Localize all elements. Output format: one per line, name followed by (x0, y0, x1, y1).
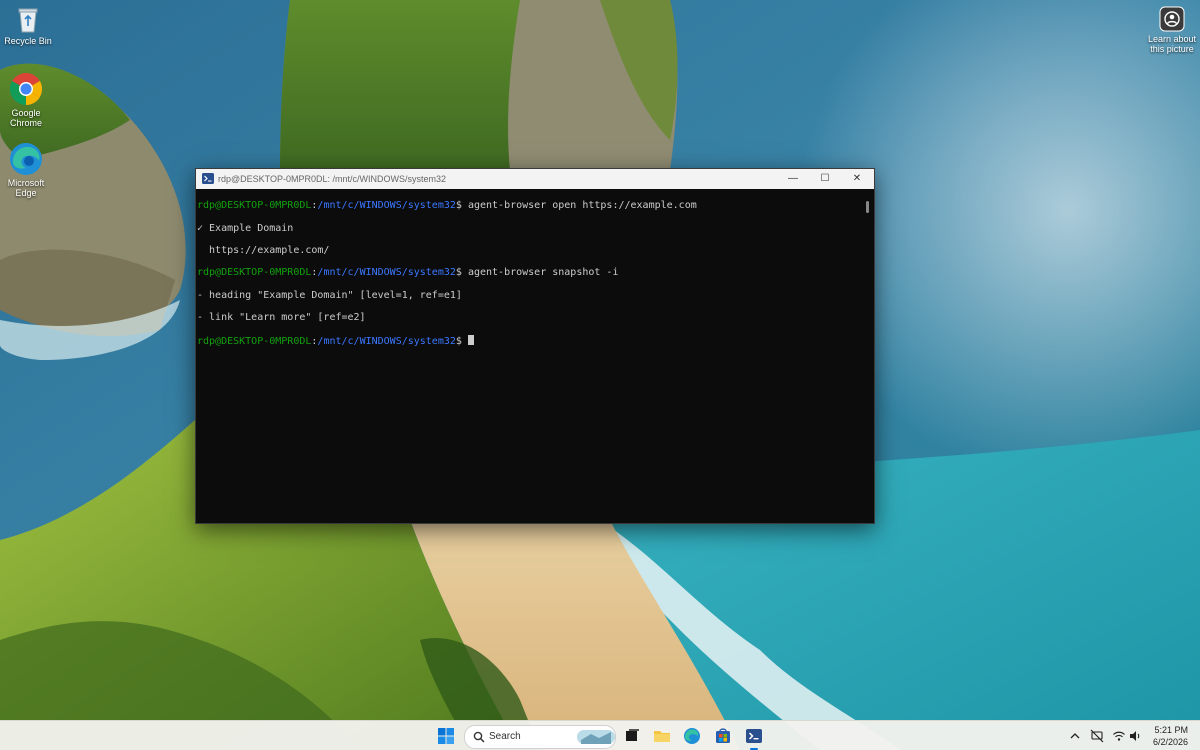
terminal-line: - link "Learn more" [ref=e2] (197, 312, 366, 324)
windows-start-icon (438, 728, 454, 744)
command-text: agent-browser snapshot -i (467, 267, 619, 279)
prompt-path: /mnt/c/WINDOWS/system32 (317, 200, 456, 212)
chrome-label: Google Chrome (9, 108, 42, 128)
task-view-button[interactable] (620, 724, 644, 748)
store-icon (716, 728, 730, 743)
edge-taskbar-button[interactable] (680, 724, 704, 748)
terminal-line: - heading "Example Domain" [level=1, ref… (197, 289, 462, 301)
taskbar-search[interactable]: Search (464, 725, 616, 749)
file-explorer-button[interactable] (650, 724, 674, 748)
terminal-taskbar-button[interactable] (742, 724, 766, 750)
chevron-up-icon[interactable] (1068, 729, 1082, 743)
prompt-user: rdp@DESKTOP-0MPR0DL (197, 200, 312, 212)
terminal-line: rdp@DESKTOP-0MPR0DL:/mnt/c/WINDOWS/syste… (197, 200, 697, 212)
terminal-window[interactable]: rdp@DESKTOP-0MPR0DL: /mnt/c/WINDOWS/syst… (195, 168, 875, 524)
terminal-line: rdp@DESKTOP-0MPR0DL:/mnt/c/WINDOWS/syste… (197, 267, 619, 279)
chrome-desktop-icon[interactable]: Google Chrome (0, 72, 54, 128)
wifi-icon[interactable] (1112, 729, 1126, 743)
store-button[interactable] (711, 724, 735, 748)
maximize-button[interactable]: ☐ (810, 169, 840, 189)
learn-about-picture[interactable]: Learn about this picture (1144, 6, 1200, 54)
search-placeholder: Search (489, 731, 521, 742)
recycle-bin-icon (18, 8, 38, 33)
edge-label: Microsoft Edge (7, 178, 45, 198)
chrome-icon (9, 73, 43, 106)
scrollbar-thumb[interactable] (866, 201, 869, 213)
volume-icon[interactable] (1128, 729, 1142, 743)
desktop: Recycle Bin Google Chrome Microsoft Edge (0, 0, 1200, 750)
clock-time: 5:21 PM (1154, 725, 1188, 735)
command-text: agent-browser open https://example.com (467, 200, 697, 212)
terminal-icon (202, 173, 214, 184)
terminal-line: ✓ Example Domain (197, 222, 294, 234)
search-highlight-image (577, 730, 615, 744)
file-explorer-icon (654, 731, 670, 742)
recycle-bin-label: Recycle Bin (4, 36, 52, 46)
terminal-title: rdp@DESKTOP-0MPR0DL: /mnt/c/WINDOWS/syst… (218, 174, 447, 184)
edge-icon (10, 143, 42, 175)
terminal-icon (746, 729, 762, 743)
terminal-titlebar[interactable]: rdp@DESKTOP-0MPR0DL: /mnt/c/WINDOWS/syst… (196, 169, 874, 189)
clock-date: 6/2/2026 (1152, 737, 1188, 747)
maximize-icon: ☐ (820, 173, 830, 184)
prompt-path: /mnt/c/WINDOWS/system32 (317, 267, 456, 279)
edge-icon (684, 728, 700, 744)
taskbar-clock[interactable]: 5:21 PM 6/2/2026 (1142, 724, 1188, 748)
network-offline-icon[interactable] (1090, 729, 1104, 743)
terminal-line[interactable]: rdp@DESKTOP-0MPR0DL:/mnt/c/WINDOWS/syste… (196, 334, 862, 347)
edge-desktop-icon[interactable]: Microsoft Edge (0, 142, 54, 198)
minimize-button[interactable]: — (778, 169, 808, 189)
close-button[interactable]: ✕ (842, 169, 872, 189)
task-view-icon (626, 729, 639, 741)
prompt-path: /mnt/c/WINDOWS/system32 (317, 335, 456, 347)
prompt-user: rdp@DESKTOP-0MPR0DL (197, 335, 312, 347)
prompt-user: rdp@DESKTOP-0MPR0DL (197, 267, 312, 279)
learn-about-picture-label: Learn about this picture (1147, 34, 1197, 54)
minimize-icon: — (788, 173, 798, 184)
terminal-scrollbar[interactable] (862, 189, 874, 523)
text-cursor (467, 334, 474, 345)
recycle-bin-desktop-icon[interactable]: Recycle Bin (0, 6, 56, 46)
terminal-output[interactable]: rdp@DESKTOP-0MPR0DL:/mnt/c/WINDOWS/syste… (196, 189, 862, 523)
close-icon: ✕ (852, 173, 862, 184)
start-button[interactable] (434, 724, 458, 748)
taskbar: Search 5:21 PM 6/2/2026 (0, 720, 1200, 750)
search-icon (473, 731, 485, 743)
terminal-line: https://example.com/ (197, 244, 330, 256)
camera-info-icon (1159, 6, 1185, 32)
